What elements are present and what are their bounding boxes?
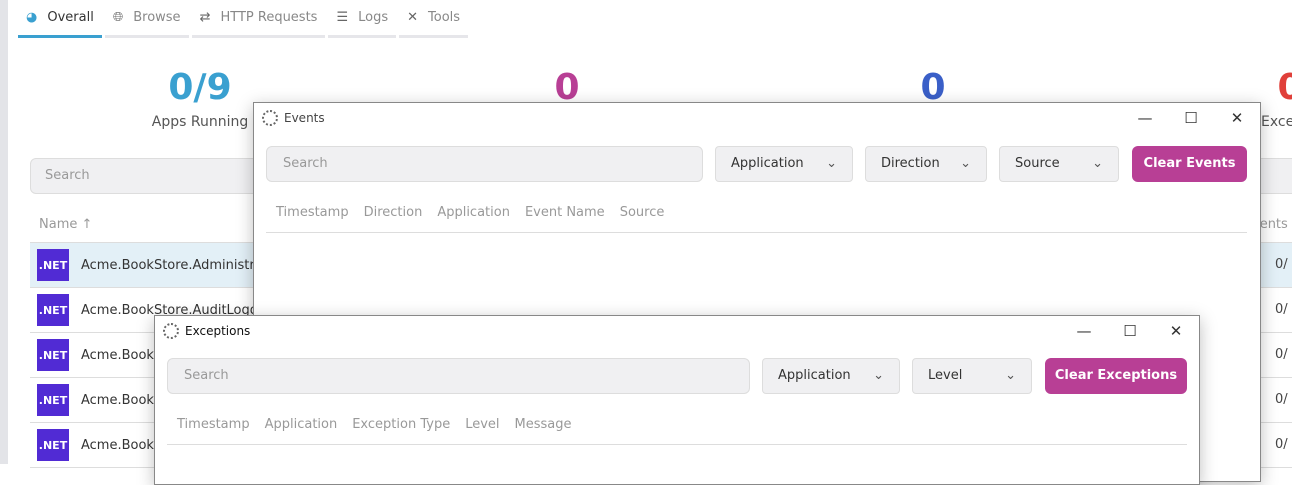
stat-value: 0 <box>1277 67 1292 108</box>
column-header[interactable]: Exception Type <box>352 413 450 444</box>
minimize-button[interactable]: — <box>1122 103 1168 133</box>
window-title: Events <box>284 111 325 125</box>
close-button[interactable]: ✕ <box>1153 316 1199 346</box>
list-icon: ☰ <box>336 10 349 25</box>
app-logo-icon <box>163 323 179 339</box>
close-button[interactable]: ✕ <box>1214 103 1260 133</box>
events-title-bar[interactable]: Events — ☐ ✕ <box>254 103 1260 133</box>
application-dropdown[interactable]: Application ⌄ <box>762 358 900 394</box>
tab-label: Logs <box>358 10 389 25</box>
events-value: 0/ <box>1275 347 1288 362</box>
events-value: 0/ <box>1275 302 1288 317</box>
exceptions-title-bar[interactable]: Exceptions — ☐ ✕ <box>155 316 1199 346</box>
dropdown-label: Application <box>778 368 851 383</box>
maximize-button[interactable]: ☐ <box>1107 316 1153 346</box>
column-header[interactable]: Application <box>437 201 510 232</box>
chevron-down-icon: ⌄ <box>1092 156 1103 171</box>
chevron-down-icon: ⌄ <box>960 156 971 171</box>
column-header[interactable]: Direction <box>364 201 423 232</box>
events-value: 0/ <box>1275 437 1288 452</box>
tab-label: HTTP Requests <box>220 10 318 25</box>
column-header[interactable]: Timestamp <box>276 201 349 232</box>
exceptions-window: Exceptions — ☐ ✕ Search Application ⌄ Level… <box>154 315 1200 485</box>
application-dropdown[interactable]: Application ⌄ <box>715 146 853 182</box>
dropdown-label: Direction <box>881 156 940 171</box>
dropdown-label: Source <box>1015 156 1060 171</box>
stat-3: 0 <box>833 70 1033 106</box>
stat-value: 0 <box>554 67 580 108</box>
dotnet-badge: .NET <box>37 429 69 461</box>
column-header[interactable]: Message <box>515 413 572 444</box>
events-value: 0/ <box>1275 257 1288 272</box>
app-name: Acme.BookS <box>81 347 163 363</box>
dropdown-label: Level <box>928 368 963 383</box>
dotnet-badge: .NET <box>37 339 69 371</box>
column-header[interactable]: Event Name <box>525 201 605 232</box>
stat-value: 0/9 <box>168 67 232 108</box>
dashboard-icon: ◕ <box>26 10 38 25</box>
source-dropdown[interactable]: Source ⌄ <box>999 146 1119 182</box>
column-header[interactable]: Application <box>265 413 338 444</box>
column-header[interactable]: Timestamp <box>177 413 250 444</box>
left-strip <box>0 0 8 464</box>
direction-dropdown[interactable]: Direction ⌄ <box>865 146 987 182</box>
chevron-down-icon: ⌄ <box>873 368 884 383</box>
clear-events-button[interactable]: Clear Events <box>1132 146 1247 182</box>
tab-browse[interactable]: 🌐︎ Browse <box>104 0 189 38</box>
dotnet-badge: .NET <box>37 294 69 326</box>
events-search-input[interactable]: Search <box>266 146 703 182</box>
dotnet-badge: .NET <box>37 249 69 281</box>
events-table-header: Timestamp Direction Application Event Name S… <box>266 201 1247 233</box>
tab-bar: ◕ Overall 🌐︎ Browse ⇄ HTTP Requests ☰ Logs ✕… <box>18 0 471 40</box>
app-name: Acme.BookS <box>81 392 163 408</box>
tab-logs[interactable]: ☰ Logs <box>328 0 397 38</box>
app-name: Acme.BookS <box>81 437 163 453</box>
tab-label: Overall <box>47 10 94 25</box>
column-header[interactable]: Source <box>620 201 665 232</box>
tab-tools[interactable]: ✕ Tools <box>399 0 469 38</box>
level-dropdown[interactable]: Level ⌄ <box>912 358 1032 394</box>
arrows-exchange-icon: ⇄ <box>199 10 211 25</box>
maximize-button[interactable]: ☐ <box>1168 103 1214 133</box>
app-logo-icon <box>262 110 278 126</box>
app-name: Acme.BookStore.Administra <box>81 257 263 273</box>
tab-overall[interactable]: ◕ Overall <box>18 0 102 38</box>
column-header[interactable]: Level <box>465 413 499 444</box>
stat-value: 0 <box>920 67 946 108</box>
chevron-down-icon: ⌄ <box>826 156 837 171</box>
events-value: 0/ <box>1275 392 1288 407</box>
chevron-down-icon: ⌄ <box>1005 368 1016 383</box>
tab-label: Browse <box>133 10 181 25</box>
tools-icon: ✕ <box>407 10 419 25</box>
dropdown-label: Application <box>731 156 804 171</box>
globe-icon: 🌐︎ <box>112 10 124 25</box>
window-title: Exceptions <box>185 324 251 338</box>
tab-http-requests[interactable]: ⇄ HTTP Requests <box>191 0 326 38</box>
clear-exceptions-button[interactable]: Clear Exceptions <box>1045 358 1187 394</box>
tab-label: Tools <box>428 10 461 25</box>
exceptions-table-header: Timestamp Application Exception Type Level M… <box>167 413 1187 445</box>
exceptions-search-input[interactable]: Search <box>167 358 750 394</box>
minimize-button[interactable]: — <box>1061 316 1107 346</box>
stat-2: 0 <box>467 70 667 106</box>
name-column-header[interactable]: Name ↑ <box>39 217 92 232</box>
dotnet-badge: .NET <box>37 384 69 416</box>
